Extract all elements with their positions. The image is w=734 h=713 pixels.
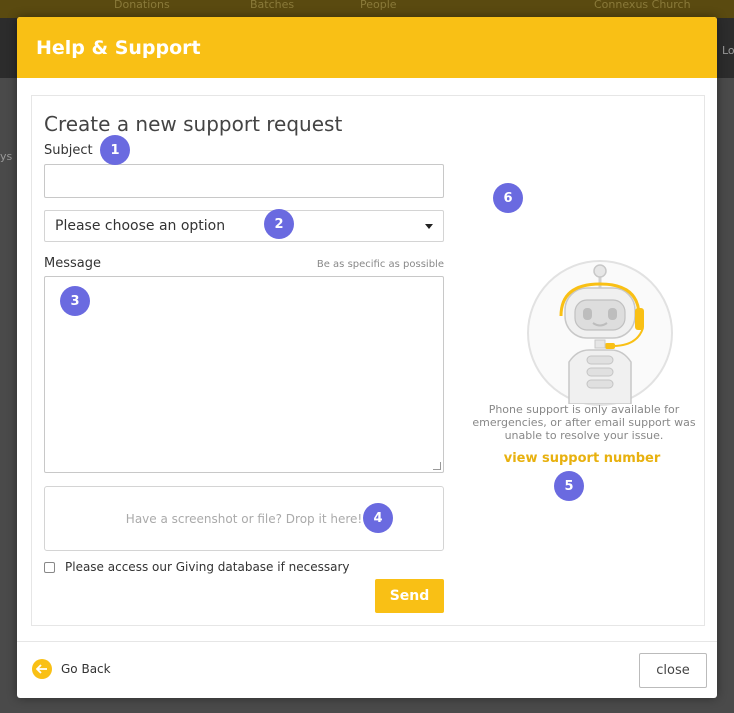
close-button[interactable]: close bbox=[639, 653, 707, 688]
modal-title: Help & Support bbox=[36, 36, 201, 59]
form-heading: Create a new support request bbox=[44, 112, 343, 136]
bg-tab-batches: Batches bbox=[250, 0, 295, 11]
phone-support-note: Phone support is only available for emer… bbox=[472, 403, 696, 442]
view-support-number-link[interactable]: view support number bbox=[457, 451, 707, 466]
bg-tab-donations: Donations bbox=[114, 0, 170, 11]
message-label: Message bbox=[44, 256, 101, 271]
annotation-badge-5: 5 bbox=[554, 471, 584, 501]
help-support-modal: Help & Support Create a new support requ… bbox=[17, 17, 717, 698]
bg-side-text-right: Lo bbox=[722, 44, 734, 57]
giving-access-label: Please access our Giving database if nec… bbox=[65, 560, 350, 574]
bg-account-name: Connexus Church bbox=[594, 0, 691, 11]
support-panel: Create a new support request Subject Ple… bbox=[31, 95, 705, 626]
resize-grip-icon[interactable] bbox=[433, 462, 441, 470]
caret-down-icon bbox=[425, 224, 433, 229]
robot-illustration bbox=[527, 260, 673, 406]
go-back-link[interactable]: Go Back bbox=[32, 659, 111, 679]
category-select[interactable]: Please choose an option bbox=[44, 210, 444, 242]
giving-access-checkbox[interactable] bbox=[44, 561, 55, 573]
bg-tab-people: People bbox=[360, 0, 397, 11]
arrow-left-icon bbox=[32, 659, 52, 679]
background-topbar: Donations Batches People Connexus Church bbox=[0, 0, 734, 18]
robot-icon bbox=[559, 264, 644, 405]
annotation-badge-4: 4 bbox=[363, 503, 393, 533]
support-info: Phone support is only available for emer… bbox=[457, 96, 707, 627]
footer-divider bbox=[17, 641, 717, 642]
category-select-value: Please choose an option bbox=[55, 218, 226, 234]
bg-side-text-left: ys bbox=[0, 150, 13, 163]
annotation-badge-1: 1 bbox=[100, 135, 130, 165]
message-hint: Be as specific as possible bbox=[316, 259, 444, 270]
annotation-badge-2: 2 bbox=[264, 209, 294, 239]
annotation-badge-3: 3 bbox=[60, 286, 90, 316]
subject-input[interactable] bbox=[44, 164, 444, 198]
dropzone-text: Have a screenshot or file? Drop it here! bbox=[125, 511, 363, 526]
send-button[interactable]: Send bbox=[375, 579, 444, 613]
giving-access-row: Please access our Giving database if nec… bbox=[44, 560, 350, 574]
annotation-badge-6: 6 bbox=[493, 183, 523, 213]
subject-label: Subject bbox=[44, 143, 93, 158]
go-back-label: Go Back bbox=[61, 662, 111, 676]
modal-header: Help & Support bbox=[17, 17, 717, 78]
message-textarea[interactable] bbox=[44, 276, 444, 473]
